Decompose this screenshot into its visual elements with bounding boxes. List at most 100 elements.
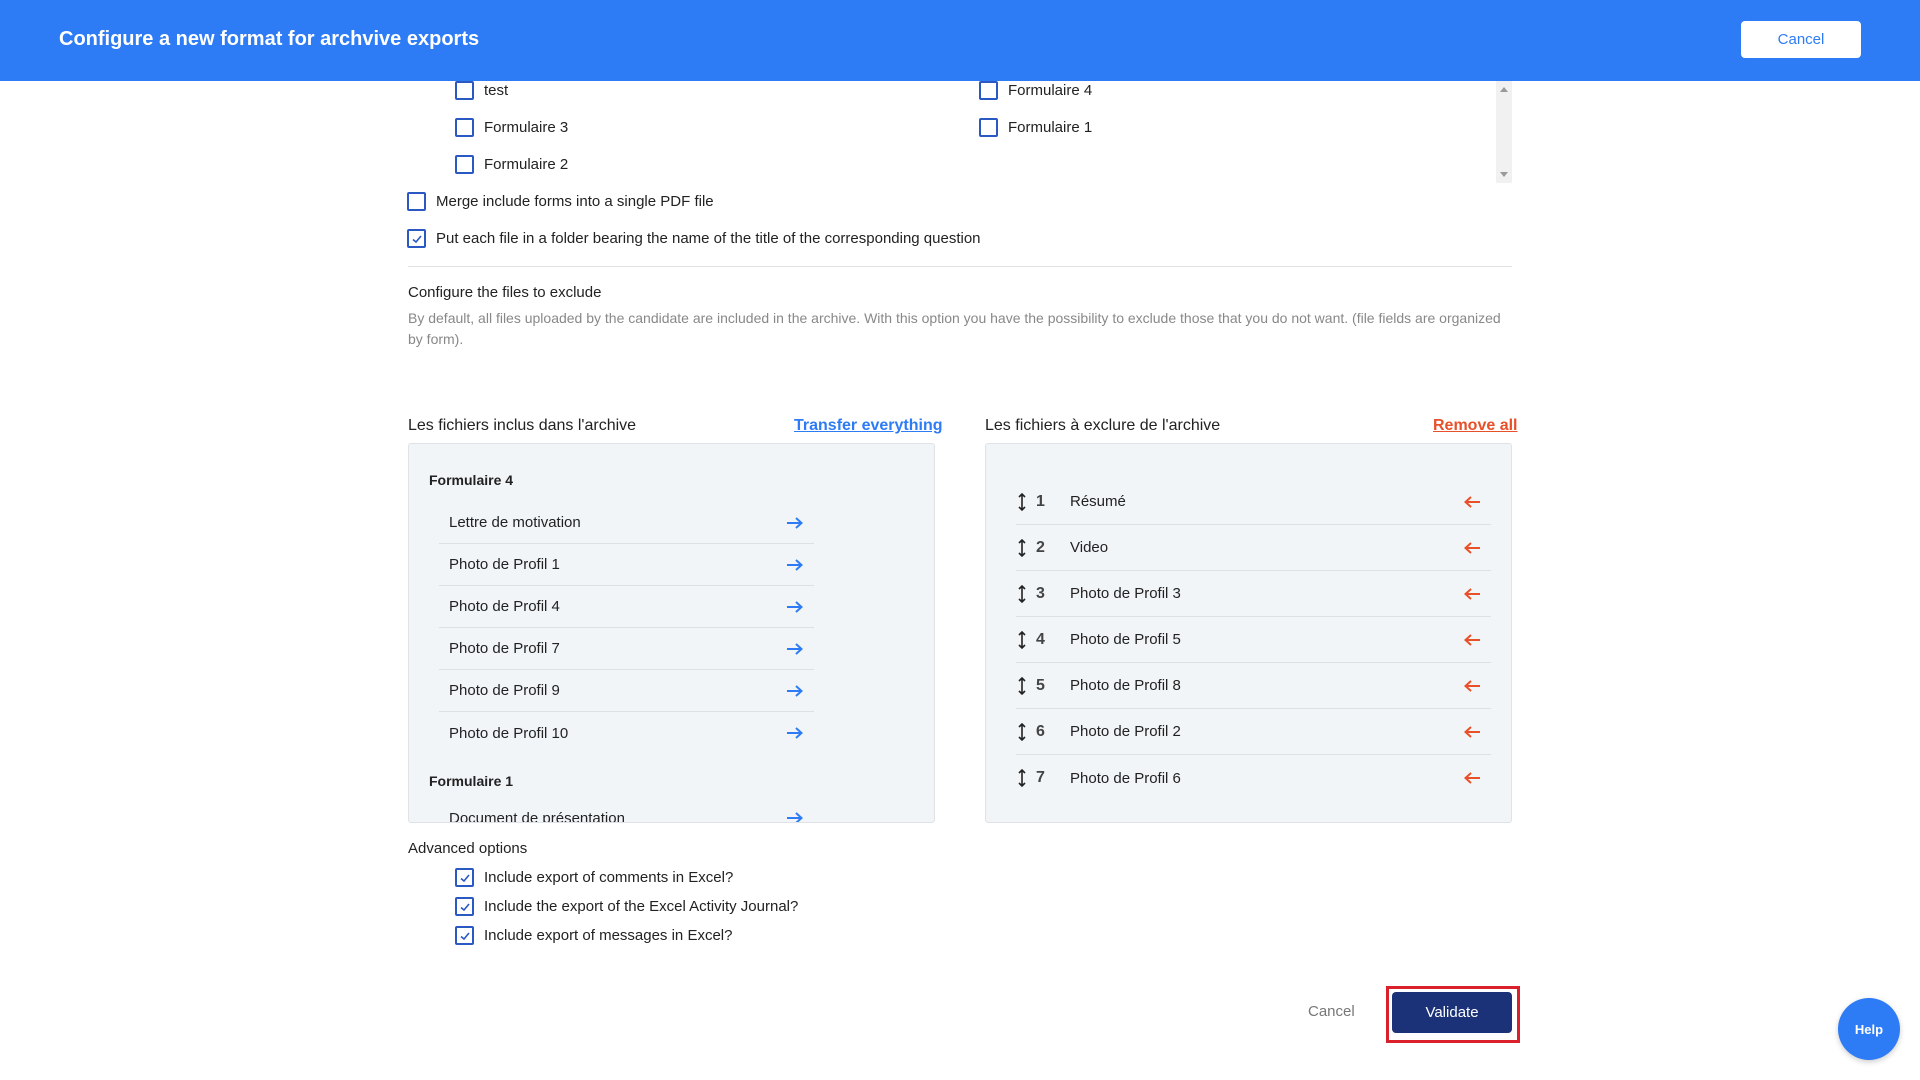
arrow-left-icon[interactable] [1463, 541, 1481, 555]
arrow-left-icon[interactable] [1463, 495, 1481, 509]
check-icon [459, 902, 470, 911]
section-divider [408, 266, 1512, 267]
table-row[interactable]: 3 Photo de Profil 3 [1016, 571, 1491, 617]
scroll-down-icon[interactable] [1500, 172, 1508, 177]
order-number: 5 [1036, 676, 1045, 694]
scroll-up-icon[interactable] [1500, 87, 1508, 92]
exclude-section-title: Configure the files to exclude [408, 284, 602, 301]
list-item-label: Photo de Profil 5 [1070, 631, 1181, 648]
help-button[interactable]: Help [1838, 998, 1900, 1060]
checkbox-box[interactable] [407, 229, 426, 248]
checkbox-label: Include export of messages in Excel? [484, 927, 733, 944]
arrow-left-icon[interactable] [1463, 587, 1481, 601]
table-row[interactable]: 5 Photo de Profil 8 [1016, 663, 1491, 709]
checkbox-label: Formulaire 1 [1008, 119, 1093, 136]
footer-cancel-button[interactable]: Cancel [1308, 1003, 1355, 1020]
list-item[interactable]: Photo de Profil 7 [439, 628, 814, 670]
order-number: 3 [1036, 584, 1045, 602]
transfer-everything-link[interactable]: Transfer everything [794, 417, 943, 435]
drag-handle-icon[interactable] [1016, 676, 1028, 696]
remove-all-link[interactable]: Remove all [1433, 417, 1517, 435]
checkbox-label: Formulaire 4 [1008, 82, 1093, 99]
list-item-label: Photo de Profil 9 [449, 682, 560, 699]
checkbox-box[interactable] [455, 118, 474, 137]
list-item[interactable]: Document de présentation [439, 797, 814, 823]
modal-header: Configure a new format for archvive expo… [0, 0, 1920, 81]
exclude-section-description: By default, all files uploaded by the ca… [408, 310, 1501, 347]
checkbox-box[interactable] [455, 926, 474, 945]
checkbox-label: Formulaire 2 [484, 156, 569, 173]
table-row[interactable]: 4 Photo de Profil 5 [1016, 617, 1491, 663]
list-item-label: Lettre de motivation [449, 514, 581, 531]
list-item-label: Photo de Profil 6 [1070, 769, 1181, 787]
checkbox-label: Include export of comments in Excel? [484, 869, 734, 886]
order-number: 2 [1036, 538, 1045, 556]
form-checkbox-formulaire-3[interactable]: Formulaire 3 [455, 118, 568, 137]
checkbox-box[interactable] [455, 155, 474, 174]
form-checkbox-formulaire-4[interactable]: Formulaire 4 [979, 81, 1092, 100]
arrow-right-icon[interactable] [786, 684, 804, 698]
advanced-options-title: Advanced options [408, 840, 528, 857]
list-item[interactable]: Photo de Profil 4 [439, 586, 814, 628]
arrow-right-icon[interactable] [786, 516, 804, 530]
arrow-right-icon[interactable] [786, 726, 804, 740]
list-item-label: Video [1070, 539, 1109, 556]
export-comments-checkbox[interactable]: Include export of comments in Excel? [455, 868, 733, 887]
checkbox-label: test [484, 82, 509, 99]
drag-handle-icon[interactable] [1016, 584, 1028, 604]
list-item[interactable]: Photo de Profil 10 [439, 712, 814, 754]
forms-scrollbar[interactable] [1496, 81, 1512, 183]
checkbox-box[interactable] [455, 868, 474, 887]
header-cancel-button[interactable]: Cancel [1741, 21, 1861, 58]
checkbox-label: Put each file in a folder bearing the na… [436, 230, 981, 247]
drag-handle-icon[interactable] [1016, 492, 1028, 512]
arrow-left-icon[interactable] [1463, 771, 1481, 785]
checkbox-label: Include the export of the Excel Activity… [484, 898, 799, 915]
table-row[interactable]: 2 Video [1016, 525, 1491, 571]
list-item-label: Photo de Profil 4 [449, 598, 560, 615]
checkbox-box[interactable] [979, 118, 998, 137]
checkbox-box[interactable] [407, 192, 426, 211]
included-group-title: Formulaire 1 [429, 773, 514, 789]
included-files-panel[interactable]: Formulaire 4 Lettre de motivation Photo … [408, 443, 935, 823]
list-item[interactable]: Photo de Profil 9 [439, 670, 814, 712]
table-row[interactable]: 7 Photo de Profil 6 [1016, 755, 1491, 801]
drag-handle-icon[interactable] [1016, 768, 1028, 788]
list-item-label: Photo de Profil 3 [1070, 585, 1181, 602]
export-activity-journal-checkbox[interactable]: Include the export of the Excel Activity… [455, 897, 798, 916]
arrow-left-icon[interactable] [1463, 633, 1481, 647]
arrow-left-icon[interactable] [1463, 679, 1481, 693]
order-number: 1 [1036, 492, 1045, 510]
table-row[interactable]: 1 Résumé [1016, 479, 1491, 525]
drag-handle-icon[interactable] [1016, 538, 1028, 558]
list-item-label: Photo de Profil 2 [1070, 723, 1181, 740]
list-item[interactable]: Lettre de motivation [439, 502, 814, 544]
form-checkbox-formulaire-2[interactable]: Formulaire 2 [455, 155, 568, 174]
excluded-files-panel[interactable]: 1 Résumé 2 Video 3 Photo de Profil 3 4 P… [985, 443, 1512, 823]
list-item-label: Photo de Profil 1 [449, 556, 560, 573]
drag-handle-icon[interactable] [1016, 630, 1028, 650]
list-item-label: Document de présentation [449, 809, 625, 823]
arrow-right-icon[interactable] [786, 558, 804, 572]
order-number: 4 [1036, 630, 1045, 648]
merge-pdf-checkbox[interactable]: Merge include forms into a single PDF fi… [407, 192, 714, 211]
form-checkbox-formulaire-1[interactable]: Formulaire 1 [979, 118, 1092, 137]
form-checkbox-test[interactable]: test [455, 81, 508, 100]
table-row[interactable]: 6 Photo de Profil 2 [1016, 709, 1491, 755]
arrow-left-icon[interactable] [1463, 725, 1481, 739]
folder-per-question-checkbox[interactable]: Put each file in a folder bearing the na… [407, 229, 981, 248]
export-messages-checkbox[interactable]: Include export of messages in Excel? [455, 926, 732, 945]
checkbox-box[interactable] [979, 81, 998, 100]
list-item[interactable]: Photo de Profil 1 [439, 544, 814, 586]
arrow-right-icon[interactable] [786, 642, 804, 656]
modal-title: Configure a new format for archvive expo… [59, 28, 480, 50]
included-group-title: Formulaire 4 [429, 472, 514, 488]
checkbox-label: Merge include forms into a single PDF fi… [436, 193, 714, 210]
checkbox-box[interactable] [455, 897, 474, 916]
drag-handle-icon[interactable] [1016, 722, 1028, 742]
list-item-label: Résumé [1070, 493, 1126, 510]
arrow-right-icon[interactable] [786, 811, 804, 823]
checkbox-box[interactable] [455, 81, 474, 100]
validate-button[interactable]: Validate [1392, 992, 1512, 1033]
arrow-right-icon[interactable] [786, 600, 804, 614]
